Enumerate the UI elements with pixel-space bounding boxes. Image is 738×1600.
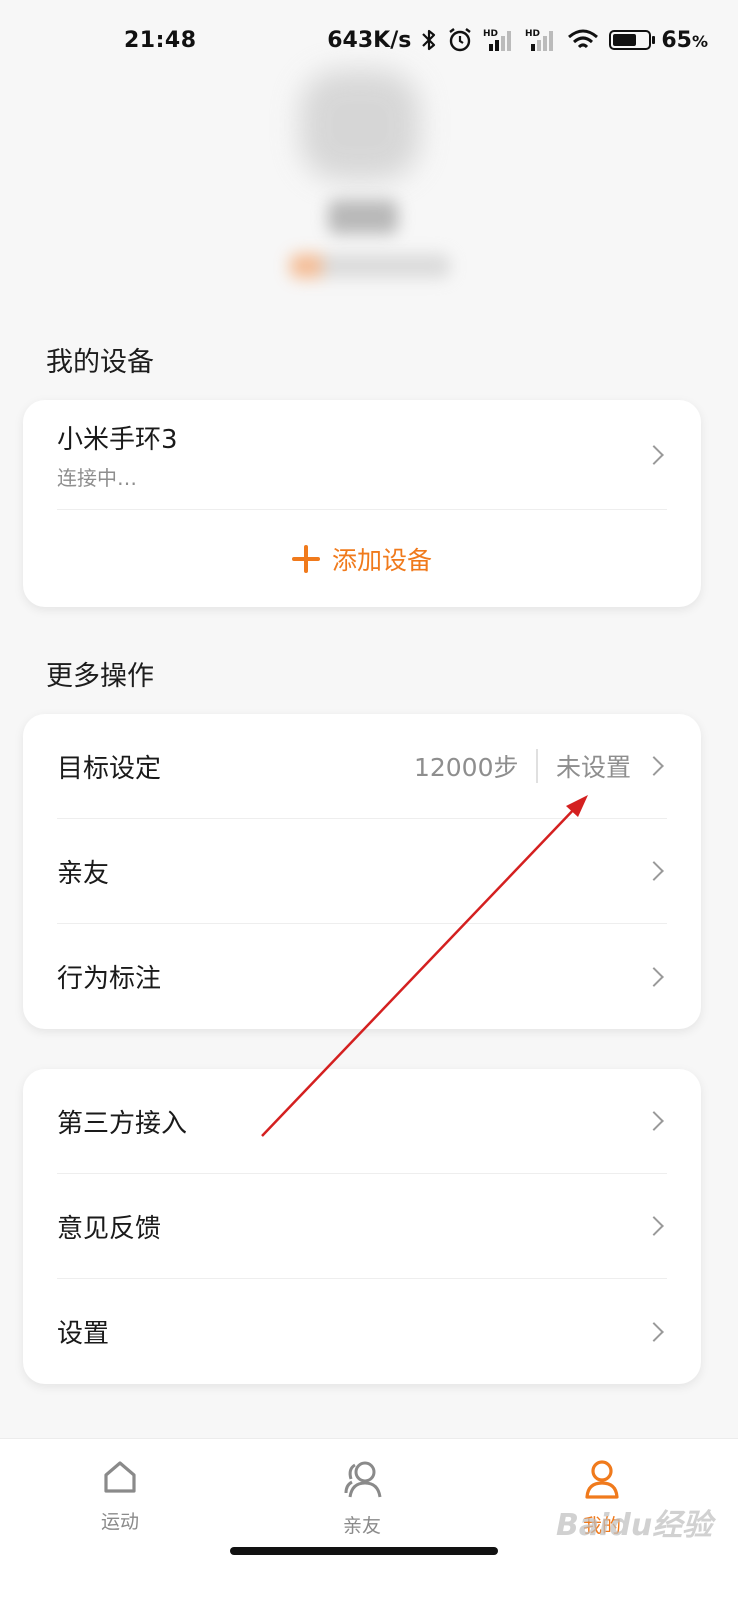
divider <box>536 749 538 783</box>
profile-header[interactable] <box>0 40 738 310</box>
friends-icon <box>344 1461 382 1498</box>
chevron-right-icon <box>644 1321 664 1342</box>
section-title-devices: 我的设备 <box>46 347 154 378</box>
profile-icon <box>585 1460 619 1499</box>
user-name-blurred <box>328 200 398 234</box>
section-title-more: 更多操作 <box>46 661 154 692</box>
chevron-right-icon <box>644 966 664 987</box>
add-device-row: 添加设备 <box>57 510 667 607</box>
list-item-goal[interactable]: 目标设定 12000步 未设置 <box>57 714 667 819</box>
hd-badge-1: HD <box>483 29 498 39</box>
watermark: Baidu经验 <box>556 1508 713 1543</box>
nav-tab-sport[interactable]: 运动 <box>60 1457 180 1534</box>
list-item-third-party[interactable]: 第三方接入 <box>57 1069 667 1174</box>
chevron-right-icon <box>644 861 664 881</box>
list-item-friends[interactable]: 亲友 <box>57 819 667 924</box>
feedback-label: 意见反馈 <box>57 1213 162 1244</box>
nav-label-sport: 运动 <box>100 1511 139 1533</box>
avatar[interactable] <box>300 70 420 180</box>
list-item-settings[interactable]: 设置 <box>57 1279 667 1384</box>
add-device-label: 添加设备 <box>331 545 432 575</box>
chevron-right-icon <box>644 1216 664 1236</box>
device-status: 连接中… <box>57 465 137 490</box>
device-item[interactable]: 小米手环3 连接中… <box>57 400 667 510</box>
nav-label-friends: 亲友 <box>342 1515 381 1537</box>
nav-tab-friends[interactable]: 亲友 <box>302 1457 422 1538</box>
hd-badge-2: HD <box>525 29 540 39</box>
device-name: 小米手环3 <box>57 424 178 455</box>
goal-status: 未设置 <box>555 753 631 782</box>
third-party-label: 第三方接入 <box>57 1108 188 1139</box>
devices-card: 小米手环3 连接中… 添加设备 <box>23 400 701 607</box>
chevron-right-icon <box>644 1111 664 1131</box>
home-indicator[interactable] <box>230 1547 498 1555</box>
plus-icon <box>291 544 320 573</box>
goal-steps-value: 12000步 <box>413 753 519 782</box>
other-actions-card: 第三方接入 意见反馈 设置 <box>23 1069 701 1384</box>
friends-label: 亲友 <box>57 858 110 889</box>
chevron-right-icon <box>644 444 664 465</box>
chevron-right-icon <box>644 756 664 776</box>
goal-label: 目标设定 <box>57 753 162 784</box>
behavior-tag-label: 行为标注 <box>57 964 162 994</box>
add-device-button[interactable]: 添加设备 <box>291 541 432 577</box>
list-item-feedback[interactable]: 意见反馈 <box>57 1174 667 1279</box>
home-icon <box>104 1461 136 1493</box>
settings-label: 设置 <box>57 1319 110 1349</box>
more-actions-card: 目标设定 12000步 未设置 亲友 行为标注 <box>23 714 701 1029</box>
user-info-blurred <box>290 254 450 278</box>
list-item-behavior-tag[interactable]: 行为标注 <box>57 924 667 1029</box>
